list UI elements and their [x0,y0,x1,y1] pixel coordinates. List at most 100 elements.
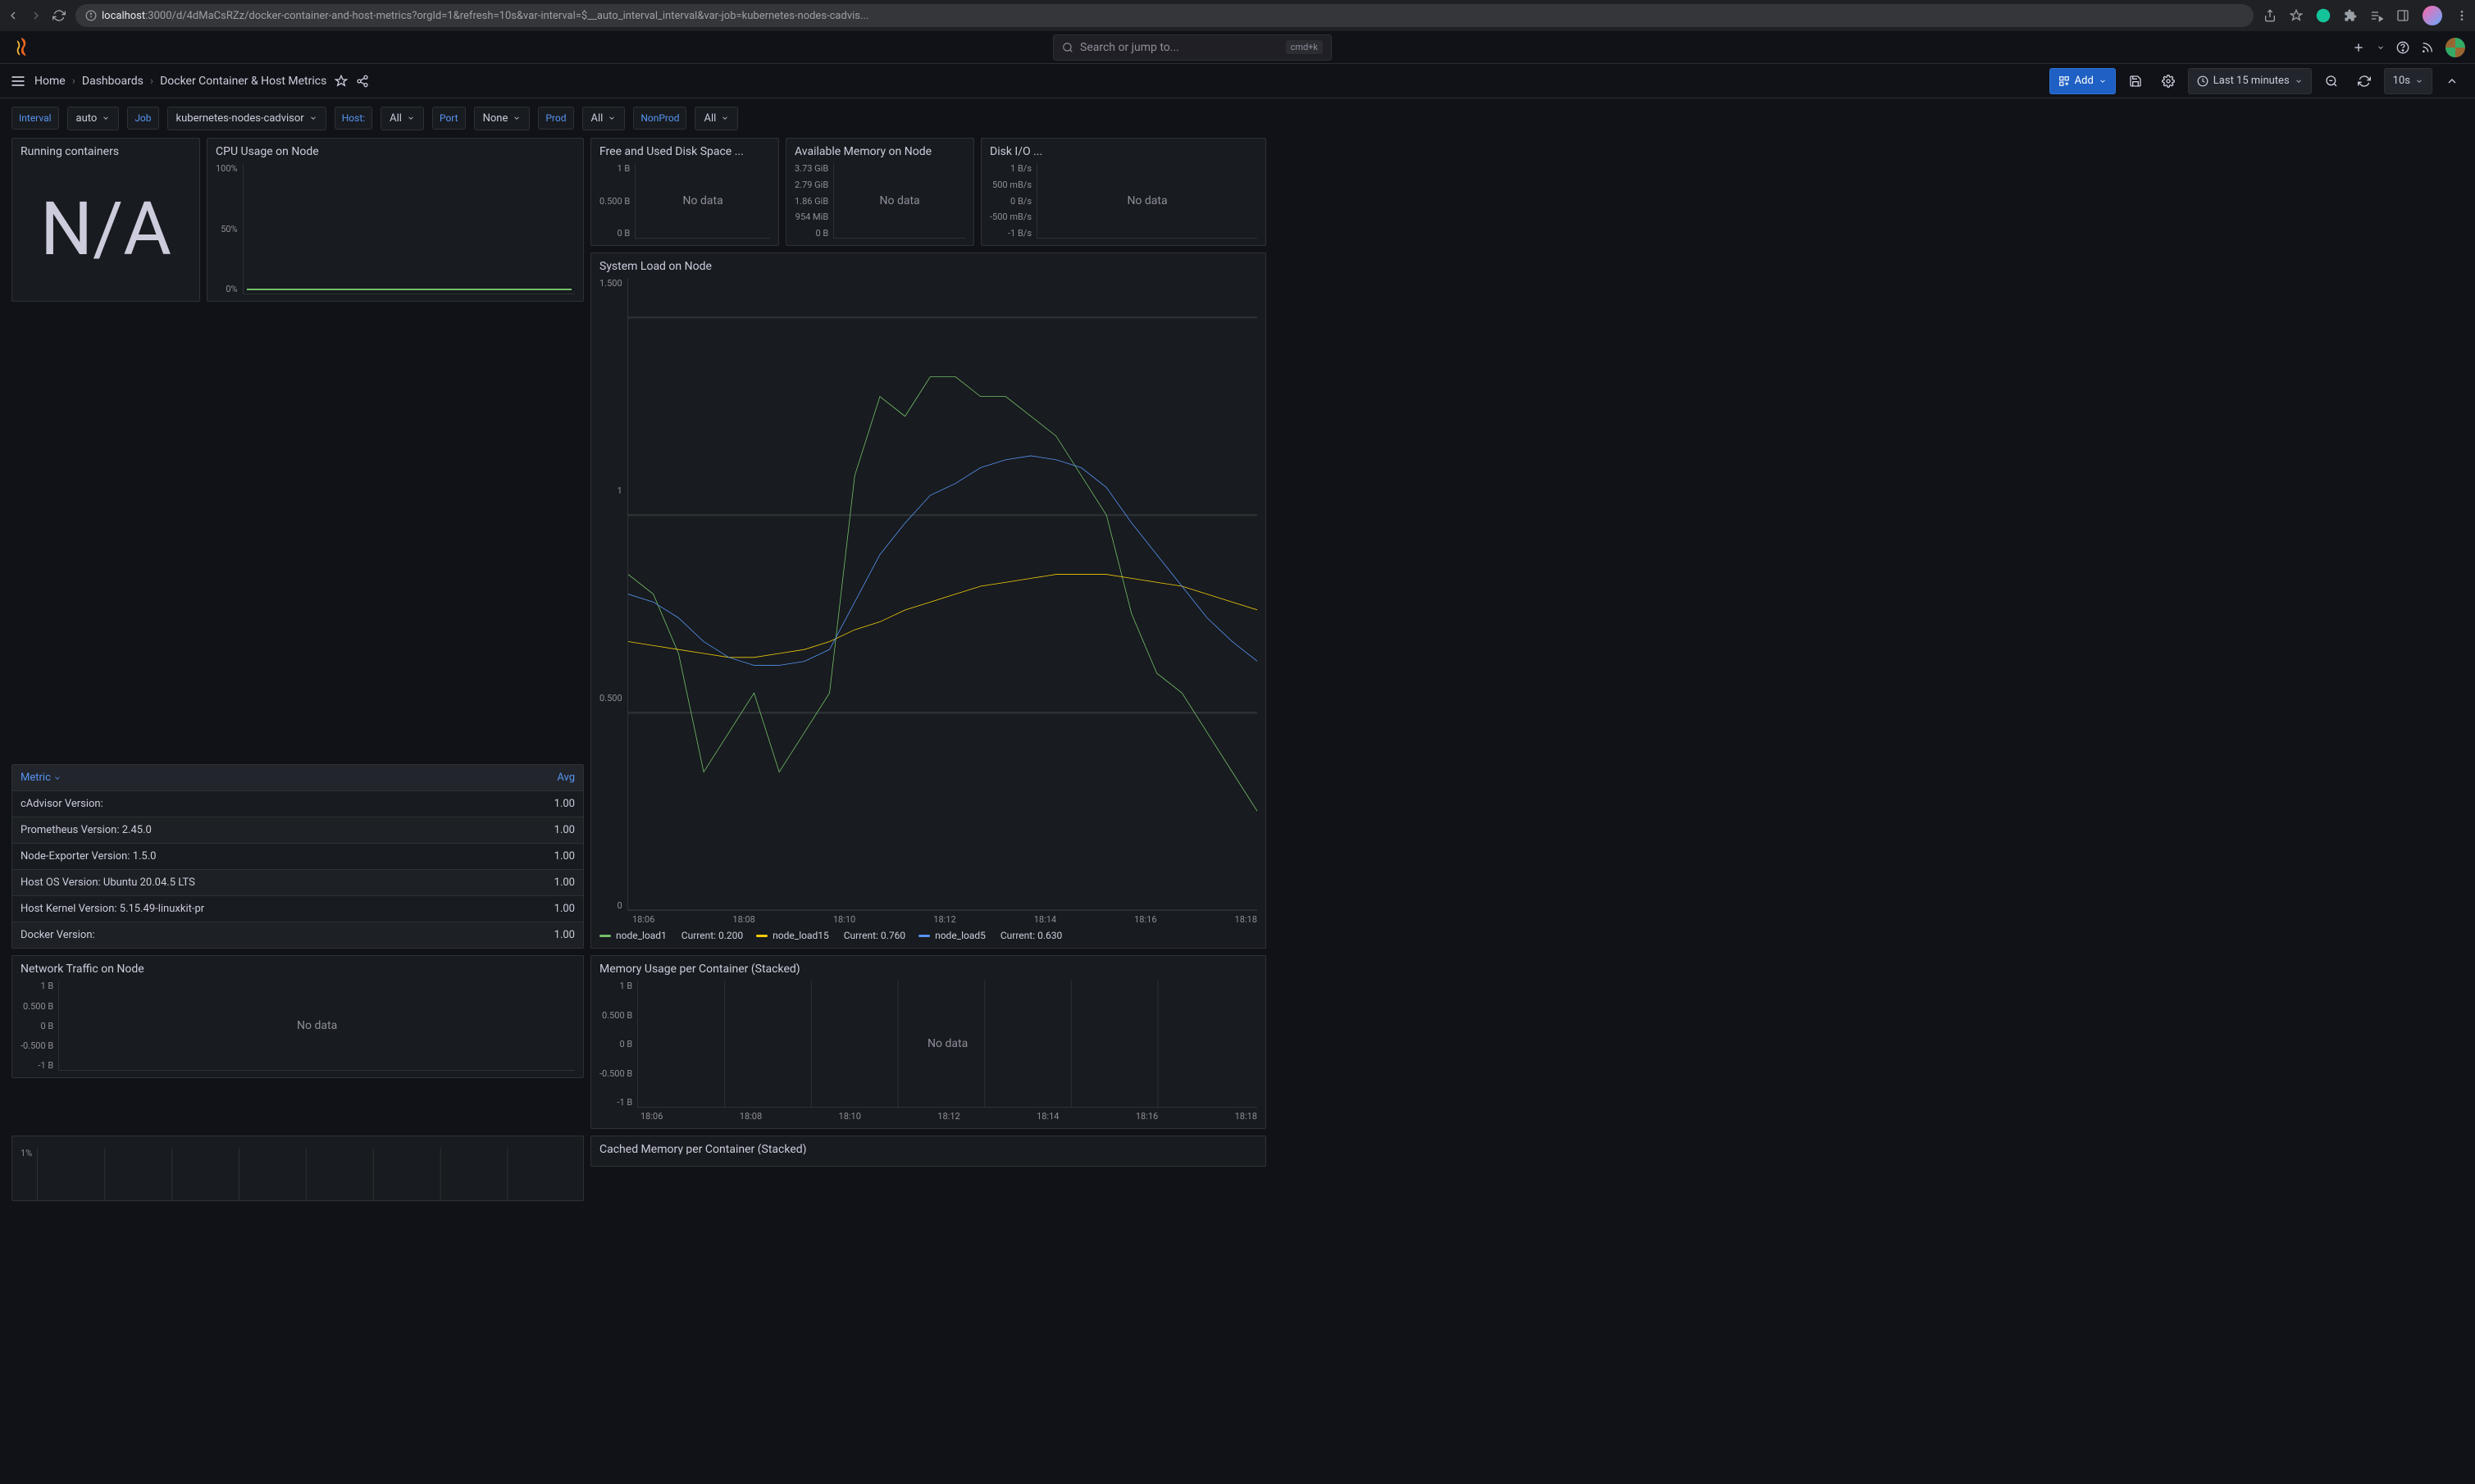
table-row[interactable]: Prometheus Version: 2.45.01.00 [12,817,583,844]
metric-cell: Node-Exporter Version: 1.5.0 [12,844,494,870]
var-nonprod-select[interactable]: All [695,107,738,130]
panel-disk-space[interactable]: Free and Used Disk Space ... 1 B 0.500 B… [590,138,779,246]
legend-item[interactable]: node_load1 Current: 0.200 [599,930,743,941]
panel-metrics-table[interactable]: Metric Avg cAdvisor Version:1.00Promethe… [11,764,584,949]
add-button[interactable]: Add [2049,68,2116,94]
y-axis: 3.73 GiB 2.79 GiB 1.86 GiB 954 MiB 0 B [795,163,833,239]
add-label: Add [2075,75,2094,87]
plus-icon[interactable] [2352,41,2365,54]
plot-area [243,163,575,294]
avg-cell: 1.00 [494,817,583,844]
panel-title: Available Memory on Node [795,145,965,158]
forward-icon[interactable] [30,9,43,22]
var-job-select[interactable]: kubernetes-nodes-cadvisor [167,107,326,130]
metric-cell: Prometheus Version: 2.45.0 [12,817,494,844]
chevron-down-icon [513,114,521,122]
no-data-label: No data [880,194,920,207]
breadcrumb: Home › Dashboards › Docker Container & H… [34,75,326,88]
menu-icon[interactable] [2455,9,2468,22]
table-row[interactable]: cAdvisor Version:1.00 [12,791,583,817]
panel-running-containers[interactable]: Running containers N/A [11,138,200,302]
breadcrumb-home[interactable]: Home [34,75,66,88]
help-icon[interactable] [2396,41,2409,54]
bookmark-icon[interactable] [2290,9,2303,22]
panel-network-traffic[interactable]: Network Traffic on Node 1 B 0.500 B 0 B … [11,955,584,1078]
table-row[interactable]: Docker Version:1.00 [12,922,583,949]
playlist-icon[interactable] [2370,9,2383,22]
y-axis: 100% 50% 0% [216,163,243,294]
y-axis: 1 B 0.500 B 0 B -0.500 B -1 B [599,981,637,1108]
no-data-label: No data [297,1019,337,1032]
grammarly-icon[interactable] [2316,8,2331,23]
url-host: localhost [102,10,145,22]
y-axis: 1 B/s 500 mB/s 0 B/s -500 mB/s -1 B/s [990,163,1037,239]
profile-avatar[interactable] [2423,6,2442,25]
share-icon[interactable] [2263,9,2277,22]
chart-legend: node_load1 Current: 0.200 node_load15 Cur… [599,925,1257,941]
table-row[interactable]: Host Kernel Version: 5.15.49-linuxkit-pr… [12,896,583,922]
rss-icon[interactable] [2421,41,2434,54]
legend-name: node_load15 [773,930,829,941]
search-placeholder: Search or jump to... [1080,41,1179,54]
running-value: N/A [21,163,191,294]
avg-cell: 1.00 [494,870,583,896]
panel-available-memory[interactable]: Available Memory on Node 3.73 GiB 2.79 G… [786,138,974,246]
panel-memory-per-container[interactable]: Memory Usage per Container (Stacked) 1 B… [590,955,1266,1129]
table-row[interactable]: Node-Exporter Version: 1.5.01.00 [12,844,583,870]
plot-area: No data [637,981,1257,1108]
metrics-table: Metric Avg cAdvisor Version:1.00Promethe… [12,765,583,948]
panel-cpu-per-container[interactable]: CPU Usage per Container (Stacked) 1% [11,1136,584,1201]
user-avatar[interactable] [2445,38,2465,57]
chevron-down-icon[interactable] [2377,43,2385,52]
metric-cell: Host Kernel Version: 5.15.49-linuxkit-pr [12,896,494,922]
plot-area: No data [58,981,575,1071]
url-bar[interactable]: localhost:3000/d/4dMaCsRZz/docker-contai… [75,4,2254,27]
search-input[interactable]: Search or jump to... cmd+k [1053,34,1332,61]
y-axis: 1 B 0.500 B 0 B -0.500 B -1 B [21,981,58,1071]
avg-cell: 1.00 [494,844,583,870]
table-row[interactable]: Host OS Version: Ubuntu 20.04.5 LTS1.00 [12,870,583,896]
settings-button[interactable] [2155,68,2181,94]
y-axis: 1% [21,1148,37,1201]
avg-cell: 1.00 [494,922,583,949]
var-interval-select[interactable]: auto [67,107,120,130]
refresh-interval-button[interactable]: 10s [2384,68,2432,94]
hamburger-icon[interactable] [10,73,26,89]
avg-cell: 1.00 [494,896,583,922]
panel-system-load[interactable]: System Load on Node 1.50010.5000 18:0618… [590,253,1266,949]
var-interval-label: Interval [11,107,59,130]
var-host-label: Host: [335,107,372,130]
back-icon[interactable] [7,9,20,22]
collapse-button[interactable] [2439,68,2465,94]
panel-title: Free and Used Disk Space ... [599,145,770,158]
timerange-label: Last 15 minutes [2213,75,2290,87]
zoom-out-button[interactable] [2318,68,2345,94]
refresh-button[interactable] [2351,68,2377,94]
panel-cpu-usage[interactable]: CPU Usage on Node 100% 50% 0% [207,138,584,302]
legend-current: Current: 0.760 [844,930,905,941]
legend-current: Current: 0.200 [681,930,743,941]
plot-area: No data [1037,163,1257,239]
var-prod-select[interactable]: All [582,107,626,130]
legend-swatch [756,935,768,937]
var-port-select[interactable]: None [474,107,531,130]
breadcrumb-dashboards[interactable]: Dashboards [82,75,144,88]
star-icon[interactable] [335,75,348,88]
extensions-icon[interactable] [2344,9,2357,22]
table-header-avg[interactable]: Avg [494,765,583,791]
chevron-down-icon [2295,77,2303,85]
grafana-logo-icon[interactable] [10,36,33,59]
legend-item[interactable]: node_load15 Current: 0.760 [756,930,905,941]
reload-icon[interactable] [52,9,66,22]
timerange-button[interactable]: Last 15 minutes [2188,68,2312,94]
save-button[interactable] [2122,68,2149,94]
panel-disk-io[interactable]: Disk I/O ... 1 B/s 500 mB/s 0 B/s -500 m… [981,138,1266,246]
table-header-metric[interactable]: Metric [12,765,494,791]
share-dashboard-icon[interactable] [356,75,369,88]
panel-icon[interactable] [2396,9,2409,22]
var-host-select[interactable]: All [381,107,424,130]
x-axis: 18:0618:0818:1018:1218:1418:1618:18 [599,1108,1257,1122]
chevron-down-icon [608,114,616,122]
panel-cached-memory[interactable]: Cached Memory per Container (Stacked) [590,1136,1266,1167]
legend-item[interactable]: node_load5 Current: 0.630 [918,930,1062,941]
